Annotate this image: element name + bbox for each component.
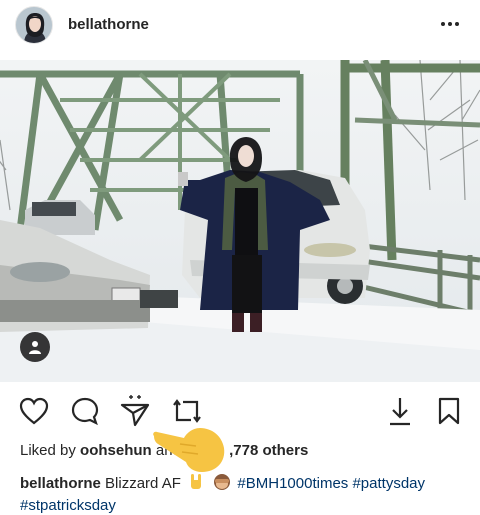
liked-by-count[interactable]: ,778 others bbox=[229, 442, 308, 459]
rock-hand-emoji-icon bbox=[187, 473, 205, 491]
caption-text: Blizzard AF bbox=[105, 475, 181, 492]
caption: bellathorne Blizzard AF #BMH1000times #p… bbox=[20, 473, 470, 515]
hashtag-link[interactable]: #stpatricksday bbox=[20, 497, 116, 514]
liked-by-user[interactable]: oohsehun bbox=[80, 442, 152, 459]
more-dots-icon[interactable] bbox=[438, 12, 462, 36]
comment-icon[interactable] bbox=[68, 394, 102, 428]
hashtag-link[interactable]: #BMH1000times bbox=[237, 475, 348, 492]
hashtag-link[interactable]: #pattysday bbox=[352, 475, 425, 492]
post-username[interactable]: bellathorne bbox=[68, 16, 149, 33]
see-no-evil-monkey-emoji-icon bbox=[213, 473, 231, 491]
pointing-hand-icon bbox=[150, 422, 230, 474]
post-photo[interactable] bbox=[0, 60, 480, 382]
user-tag-icon[interactable] bbox=[20, 332, 50, 362]
download-icon[interactable] bbox=[383, 394, 417, 428]
avatar[interactable] bbox=[15, 6, 53, 44]
post-header: bellathorne bbox=[0, 0, 480, 56]
send-icon[interactable] bbox=[118, 394, 152, 428]
liked-by-label: Liked by bbox=[20, 442, 76, 459]
action-bar bbox=[0, 390, 480, 432]
caption-username[interactable]: bellathorne bbox=[20, 475, 101, 492]
bookmark-icon[interactable] bbox=[432, 394, 466, 428]
heart-icon[interactable] bbox=[17, 394, 51, 428]
